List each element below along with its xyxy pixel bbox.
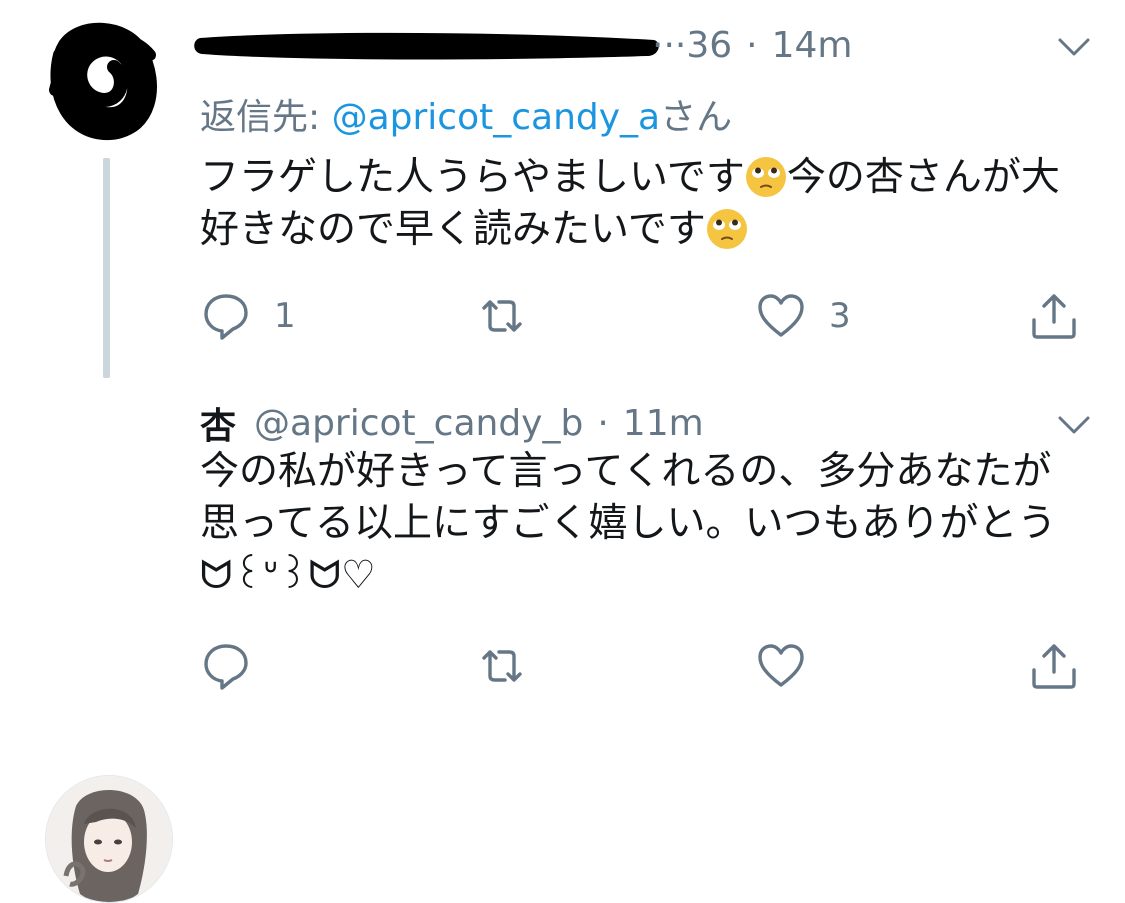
tweet-text-body: 今の私が好きって言ってくれるの、多分あなたが思ってる以上にすごく嬉しい。いつもあ… [200, 449, 1057, 546]
dot-separator: · [597, 402, 609, 444]
reply-to-mention[interactable]: @apricot_candy_a [332, 97, 661, 138]
share-button[interactable] [1028, 290, 1080, 342]
reply-icon [204, 294, 248, 340]
retweet-icon [482, 300, 522, 332]
tweet-1[interactable]: ···36 · 14m 返信先: @apricot_candy_aさん フラゲし… [0, 0, 1125, 380]
avatar-illustration-image [46, 776, 172, 902]
like-count: 3 [829, 296, 851, 336]
reply-to-line: 返信先: @apricot_candy_aさん [200, 88, 732, 140]
avatar[interactable] [45, 775, 173, 903]
tweet-display-name[interactable]: 杏 [200, 397, 236, 449]
reply-button[interactable]: 1 [200, 290, 296, 342]
reply-icon [204, 644, 248, 690]
like-icon [758, 644, 804, 687]
tweet-actions: 1 3 [200, 290, 1090, 340]
avatar-redacted[interactable] [40, 15, 166, 141]
share-icon [1032, 294, 1076, 339]
avatar-scribble-image [43, 18, 163, 141]
like-button[interactable] [755, 640, 807, 692]
tweet-header: ···36 · 14m [194, 22, 853, 68]
reply-to-prefix: 返信先: [200, 97, 332, 138]
reply-count: 1 [274, 296, 296, 336]
like-icon [758, 294, 804, 337]
reply-to-suffix: さん [660, 97, 733, 138]
tweet-handle[interactable]: ···36 [652, 25, 732, 66]
retweet-icon [482, 650, 522, 682]
tweet-2[interactable]: 杏 @apricot_candy_b · 11m 今の私が好きって言ってくれるの… [0, 380, 1125, 903]
tweet-time[interactable]: 14m [772, 25, 853, 66]
pleading-face-emoji-icon [745, 157, 786, 197]
pleading-face-emoji-icon [706, 209, 747, 249]
tweet-actions [200, 640, 1090, 690]
dot-separator: · [746, 24, 758, 66]
like-button[interactable]: 3 [755, 290, 851, 342]
tweet-text: 今の私が好きって言ってくれるの、多分あなたが思ってる以上にすごく嬉しい。いつもあ… [200, 446, 1080, 602]
share-icon [1032, 644, 1076, 689]
tweet-text: フラゲした人うらやましいです 今の杏さんが大好きなので早く読みたいです [200, 152, 1080, 256]
tweet-handle[interactable]: @apricot_candy_b [254, 403, 583, 444]
chevron-down-icon[interactable] [1057, 413, 1091, 437]
retweet-button[interactable] [476, 640, 528, 692]
redacted-username-bar [194, 32, 659, 60]
thread-connector-line [103, 158, 110, 378]
tweet-text-part-1: フラゲした人うらやましいです [200, 155, 745, 200]
reply-button[interactable] [200, 640, 252, 692]
retweet-button[interactable] [476, 290, 528, 342]
share-button[interactable] [1028, 640, 1080, 692]
tweet-time[interactable]: 11m [623, 403, 704, 444]
tweet-header: 杏 @apricot_candy_b · 11m [200, 397, 704, 449]
tweet-text-kaomoji: ᗢ꒰ᐡ꒱ᗢ♡ [200, 553, 376, 598]
chevron-down-icon[interactable] [1057, 35, 1091, 59]
